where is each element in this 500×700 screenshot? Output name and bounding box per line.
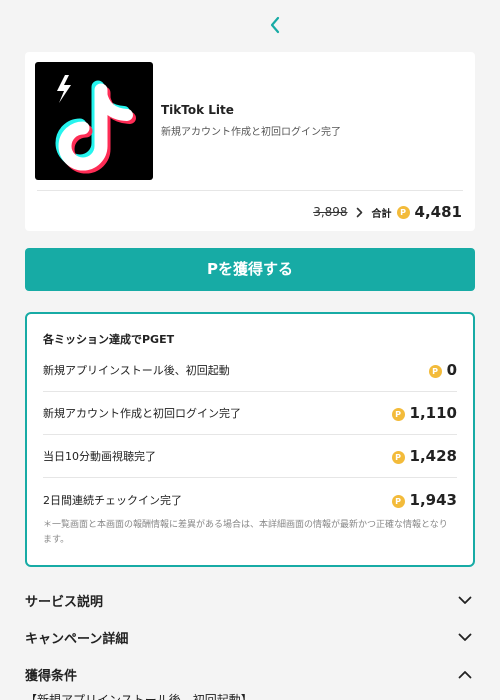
mission-points: P 1,428 (391, 435, 457, 477)
point-coin-icon: P (391, 408, 405, 421)
accordion-label: キャンペーン詳細 (25, 631, 129, 647)
mission-points-value: 1,110 (409, 404, 457, 422)
mission-points: P 1,943 (391, 478, 457, 521)
accordion-service-description[interactable]: サービス説明 (25, 588, 475, 612)
chevron-down-icon (457, 629, 473, 645)
mission-points: P 0 (428, 349, 457, 391)
app-name: TikTok Lite (161, 103, 234, 117)
point-coin-icon: P (396, 205, 410, 219)
old-price: 3,898 (313, 205, 348, 219)
accordion-label: 獲得条件 (25, 668, 78, 684)
price-row: 3,898 合計 P 4,481 (313, 200, 462, 224)
point-coin-icon: P (391, 494, 405, 508)
point-coin-icon: P (428, 365, 442, 378)
mission-label: 新規アプリインストール後、初回起動 (43, 364, 230, 377)
mission-row: 当日10分動画視聴完了 P 1,428 (43, 435, 457, 478)
app-card: TikTok Lite 新規アカウント作成と初回ログイン完了 3,898 合計 … (25, 52, 475, 231)
mission-row: 新規アカウント作成と初回ログイン完了 P 1,110 (43, 392, 457, 435)
divider (37, 190, 463, 191)
mission-note: ＊一覧画面と本画面の報酬情報に差異がある場合は、本詳細画面の情報が最新かつ正確な… (43, 520, 448, 545)
total-label: 合計 (371, 208, 392, 220)
chevron-down-icon (457, 592, 473, 608)
mission-title: 各ミッション達成でPGET (43, 333, 175, 346)
mission-points: P 1,110 (391, 392, 457, 434)
mission-label: 2日間連続チェックイン完了 (43, 493, 182, 507)
chevron-right-icon (356, 207, 363, 218)
mission-label: 当日10分動画視聴完了 (43, 450, 156, 463)
conditions-text: 【新規アプリインストール後、初回起動】 (25, 693, 253, 700)
back-button[interactable] (262, 12, 288, 38)
accordion-campaign-details[interactable]: キャンペーン詳細 (25, 625, 475, 649)
mission-points-value: 1,943 (409, 490, 457, 509)
accordion-label: サービス説明 (25, 594, 104, 610)
tiktok-lite-app-icon (35, 62, 153, 180)
mission-points-value: 1,428 (409, 447, 457, 465)
mission-row: 新規アプリインストール後、初回起動 P 0 (43, 349, 457, 392)
mission-label: 新規アカウント作成と初回ログイン完了 (43, 407, 241, 420)
mission-row: 2日間連続チェックイン完了 P 1,943 (43, 478, 457, 521)
mission-points-value: 0 (446, 361, 457, 379)
mission-panel: 各ミッション達成でPGET 新規アプリインストール後、初回起動 P 0 新規アカ… (25, 312, 475, 567)
point-coin-icon: P (391, 451, 405, 464)
app-subtitle: 新規アカウント作成と初回ログイン完了 (161, 127, 341, 138)
chevron-up-icon (457, 666, 473, 682)
total-points: 4,481 (414, 203, 462, 221)
chevron-left-icon (270, 16, 280, 34)
get-points-button[interactable]: Pを獲得する (25, 248, 475, 291)
accordion-acquisition-conditions[interactable]: 獲得条件 (25, 662, 475, 686)
